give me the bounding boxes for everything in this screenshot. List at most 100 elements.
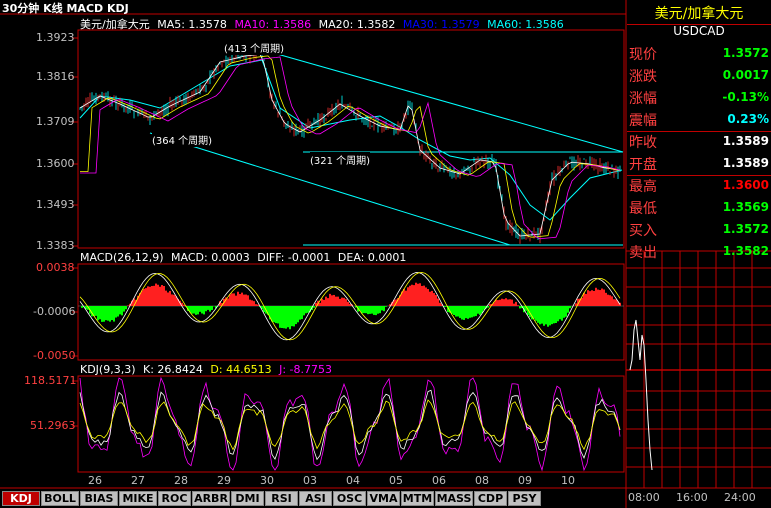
x-tick: 04 — [346, 474, 360, 487]
quote-row: 现价 1.3572 — [627, 42, 771, 65]
x-tick: 09 — [518, 474, 532, 487]
time-tick: 24:00 — [724, 491, 756, 504]
x-tick: 03 — [303, 474, 317, 487]
tab-psy[interactable]: PSY — [508, 491, 541, 506]
legend-name: 美元/加拿大元 — [80, 18, 150, 31]
x-tick: 05 — [389, 474, 403, 487]
tab-arbr[interactable]: ARBR — [192, 491, 230, 506]
x-tick: 08 — [475, 474, 489, 487]
quote-symbol: USDCAD — [673, 24, 725, 38]
quote-row: 最低 1.3569 — [627, 196, 771, 219]
x-tick: 29 — [217, 474, 231, 487]
tab-asi[interactable]: ASI — [299, 491, 332, 506]
kdj-line — [79, 389, 621, 461]
period-label: 30分钟 K线 MACD KDJ — [2, 2, 129, 15]
x-tick: 30 — [260, 474, 274, 487]
quote-row: 开盘 1.3589 — [627, 152, 771, 176]
d-value: D: 44.6513 — [210, 363, 272, 376]
ma30-label: MA30: 1.3579 — [402, 18, 480, 31]
quote-label: 震幅 — [629, 113, 657, 129]
quote-row: 涨跌 0.0017 — [627, 64, 771, 87]
quote-value: 1.3572 — [722, 46, 769, 60]
kdj-label: KDJ(9,3,3) — [80, 363, 136, 376]
quote-value: 0.23% — [727, 112, 769, 126]
time-tick: 08:00 — [628, 491, 660, 504]
main-tick-6: 1.3383 — [36, 239, 75, 252]
tab-roc[interactable]: ROC — [158, 491, 191, 506]
tab-osc[interactable]: OSC — [333, 491, 366, 506]
x-tick: 06 — [432, 474, 446, 487]
quote-value: 1.3572 — [722, 222, 769, 236]
macd-tick-1: 0.0038 — [36, 261, 75, 274]
main-tick-4: 1.3600 — [36, 157, 75, 170]
quote-row: 卖出 1.3582 — [627, 240, 771, 263]
kdj-tick-2: 51.2963 — [30, 419, 76, 432]
main-tick-2: 1.3816 — [36, 70, 75, 83]
annotation-364: (364 个周期) — [152, 132, 213, 147]
quote-title: 美元/加拿大元 — [654, 6, 744, 22]
quote-label: 涨跌 — [629, 69, 657, 85]
quote-label: 昨收 — [629, 135, 657, 151]
macd-legend: MACD(26,12,9) MACD: 0.0003 DIFF: -0.0001… — [80, 251, 406, 264]
diff-value: DIFF: -0.0001 — [257, 251, 331, 264]
quote-value: 1.3589 — [722, 156, 769, 170]
quote-row: 买入 1.3572 — [627, 218, 771, 241]
dea-value: DEA: 0.0001 — [337, 251, 407, 264]
macd-tick-2: -0.0006 — [33, 305, 76, 318]
main-legend: 美元/加拿大元 MA5: 1.3578 MA10: 1.3586 MA20: 1… — [80, 16, 564, 32]
quote-value: 1.3589 — [722, 134, 769, 148]
ma10-label: MA10: 1.3586 — [234, 18, 312, 31]
quote-value: 1.3600 — [722, 178, 769, 192]
macd-label: MACD(26,12,9) — [80, 251, 164, 264]
kdj-tick-1: 118.5171 — [24, 374, 77, 387]
kdj-line — [79, 399, 621, 451]
main-tick-5: 1.3493 — [36, 198, 75, 211]
tab-cdp[interactable]: CDP — [474, 491, 507, 506]
tab-mass[interactable]: MASS — [435, 491, 473, 506]
x-tick: 27 — [131, 474, 145, 487]
quote-label: 最低 — [629, 201, 657, 217]
kdj-frame — [77, 375, 625, 473]
main-tick-3: 1.3709 — [36, 115, 75, 128]
macd-value: MACD: 0.0003 — [171, 251, 250, 264]
tab-dmi[interactable]: DMI — [231, 491, 264, 506]
main-tick-1: 1.3923 — [36, 31, 75, 44]
tab-boll[interactable]: BOLL — [41, 491, 79, 506]
x-tick: 28 — [174, 474, 188, 487]
tab-rsi[interactable]: RSI — [265, 491, 298, 506]
quote-value: 1.3569 — [722, 200, 769, 214]
quote-row: 震幅 0.23% — [627, 108, 771, 132]
tab-bias[interactable]: BIAS — [80, 491, 118, 506]
tab-kdj[interactable]: KDJ — [2, 491, 40, 506]
quote-row: 最高 1.3600 — [627, 174, 771, 197]
annotation-321: (321 个周期) — [310, 152, 371, 167]
ma60-label: MA60: 1.3586 — [487, 18, 564, 31]
quote-label: 买入 — [629, 223, 657, 239]
quote-value: 1.3582 — [722, 244, 769, 258]
k-value: K: 26.8424 — [143, 363, 203, 376]
macd-tick-3: -0.0050 — [33, 349, 76, 362]
intraday-minichart — [626, 250, 771, 488]
quote-label: 涨幅 — [629, 91, 657, 107]
annotation-413: (413 个周期) — [224, 40, 285, 55]
quote-value: -0.13% — [722, 90, 769, 104]
kdj-lines — [79, 376, 621, 472]
quote-label: 开盘 — [629, 157, 657, 173]
tab-vma[interactable]: VMA — [367, 491, 400, 506]
tab-mtm[interactable]: MTM — [401, 491, 434, 506]
quote-label: 最高 — [629, 179, 657, 195]
time-tick: 16:00 — [676, 491, 708, 504]
quote-title-box: 美元/加拿大元 — [627, 0, 771, 25]
quote-row: 涨幅 -0.13% — [627, 86, 771, 109]
kdj-legend: KDJ(9,3,3) K: 26.8424 D: 44.6513 J: -8.7… — [80, 363, 332, 376]
ma20-label: MA20: 1.3582 — [318, 18, 396, 31]
ma5-label: MA5: 1.3578 — [157, 18, 227, 31]
tab-mike[interactable]: MIKE — [119, 491, 157, 506]
quote-row: 昨收 1.3589 — [627, 130, 771, 153]
x-tick: 26 — [88, 474, 102, 487]
quote-value: 0.0017 — [722, 68, 769, 82]
j-value: J: -8.7753 — [279, 363, 332, 376]
quote-label: 现价 — [629, 47, 657, 63]
quote-label: 卖出 — [629, 245, 657, 261]
x-tick: 10 — [561, 474, 575, 487]
